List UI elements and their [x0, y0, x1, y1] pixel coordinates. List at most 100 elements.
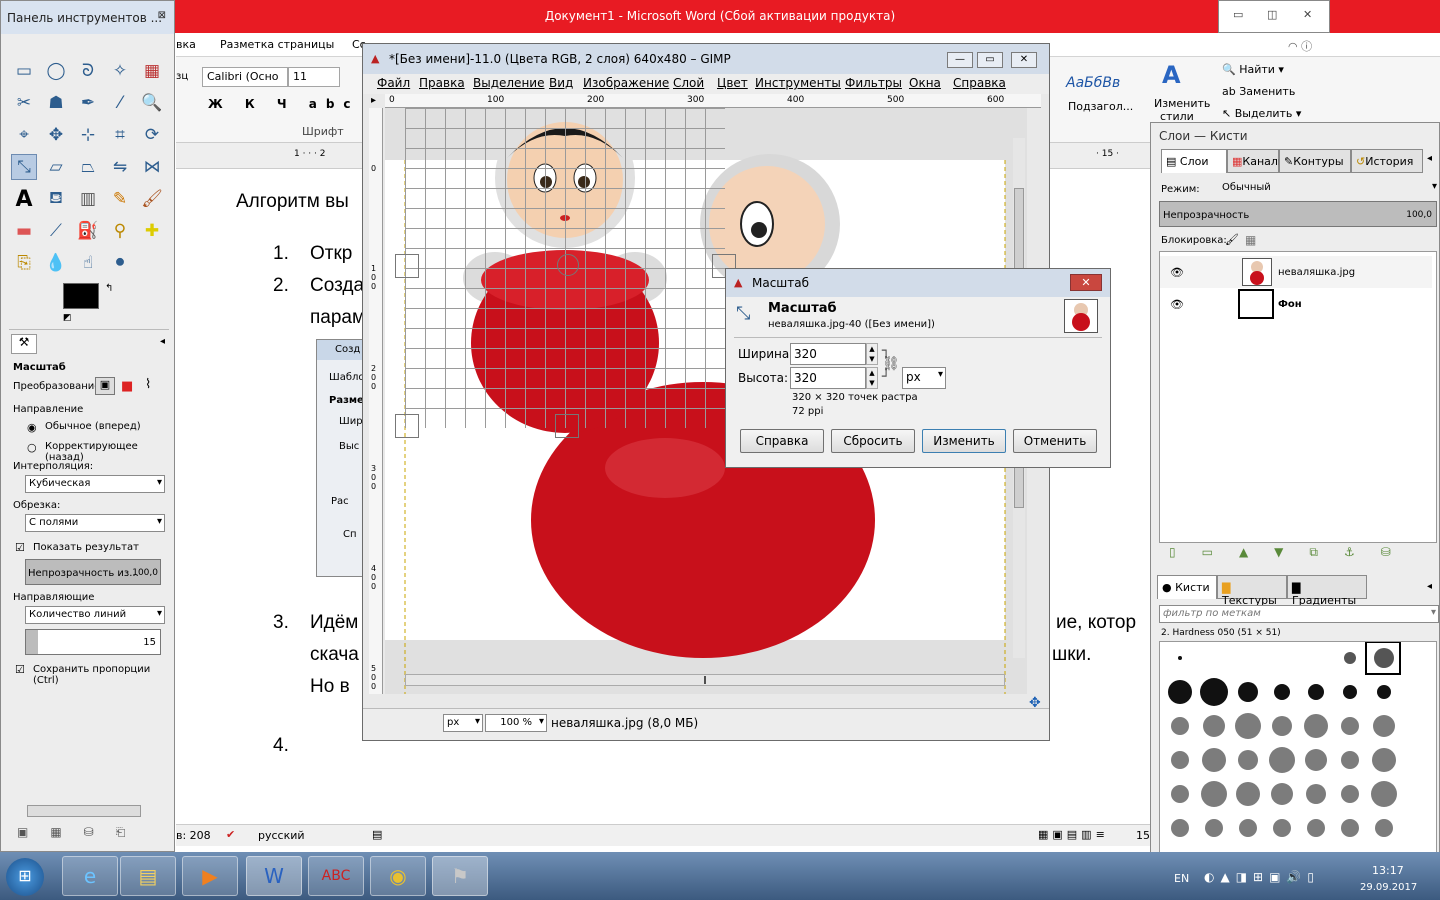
font-size-combo[interactable]: 11 [288, 67, 340, 87]
menu-select[interactable]: Выделение [473, 76, 544, 90]
ellipse-select-icon[interactable]: ◯ [43, 58, 69, 84]
tab-insert[interactable]: вка [176, 38, 196, 51]
rect-select-icon[interactable]: ▭ [11, 58, 37, 84]
word-taskbar-icon[interactable]: W [246, 856, 302, 896]
foreground-color[interactable] [63, 283, 99, 309]
menu-color[interactable]: Цвет [717, 76, 748, 90]
cancel-button[interactable]: Отменить [1013, 429, 1097, 453]
transform-path-icon[interactable]: ⌇ [145, 377, 151, 392]
brush-tag-filter[interactable]: фильтр по меткам [1159, 605, 1439, 623]
layer-item[interactable]: 👁 неваляшка.jpg [1160, 256, 1432, 288]
minimize-icon[interactable]: ▭ [1233, 8, 1243, 21]
start-button[interactable]: ⊞ [6, 858, 44, 896]
toolbox-bottom-buttons[interactable]: ▣▦⛁⎗ [17, 825, 167, 840]
width-input[interactable]: 320 [790, 343, 866, 365]
align-icon[interactable]: ⊹ [75, 122, 101, 148]
ruler-origin-icon[interactable]: ▸ [371, 95, 376, 106]
reset-button[interactable]: Сбросить [831, 429, 915, 453]
color-picker-icon[interactable]: ⁄ [107, 90, 133, 116]
word-count[interactable]: в: 208 [176, 829, 211, 842]
change-styles-label[interactable]: Изменить [1154, 97, 1210, 110]
scale-handle[interactable] [395, 254, 419, 278]
gimp-minimize-button[interactable]: — [947, 52, 973, 68]
language-status[interactable]: русский [258, 829, 305, 842]
blur-icon[interactable]: 💧 [43, 250, 69, 276]
chrome-icon[interactable]: ◉ [370, 856, 426, 896]
cage-icon[interactable]: ⋈ [139, 154, 165, 180]
scale-unit-combo[interactable]: px [902, 367, 946, 389]
interp-combo[interactable]: Кубическая [25, 475, 165, 493]
scale-apply-button[interactable]: Изменить [922, 429, 1006, 453]
macro-icon[interactable]: ▤ [372, 828, 382, 841]
tab-history[interactable]: ↺История [1351, 149, 1423, 173]
foreground-select-icon[interactable]: ☗ [43, 90, 69, 116]
opacity-slider[interactable]: Непрозрачность из... 100,0 [25, 559, 161, 585]
navigate-icon[interactable]: ✥ [1029, 695, 1041, 711]
default-colors-icon[interactable]: ◩ [63, 313, 72, 323]
replace-button[interactable]: ab Заменить [1222, 85, 1295, 98]
tab-page-layout[interactable]: Разметка страницы [220, 38, 334, 51]
move-icon[interactable]: ✥ [43, 122, 69, 148]
horizontal-scrollbar[interactable]: ‖ [405, 674, 1005, 686]
transform-layer-icon[interactable]: ▣ [95, 377, 115, 395]
tool-options-tab-icon[interactable]: ⚒ [11, 334, 37, 354]
help-button[interactable]: Справка [740, 429, 824, 453]
gimp-close-button[interactable]: ✕ [1011, 52, 1037, 68]
bucket-fill-icon[interactable]: ⛾ [43, 186, 69, 212]
swap-colors-icon[interactable]: ↰ [105, 283, 113, 294]
tab-gradients[interactable]: ▇ Градиенты [1287, 575, 1367, 607]
brush-grid[interactable] [1159, 641, 1437, 859]
zoom-level[interactable]: 15 [1136, 829, 1150, 842]
flip-icon[interactable]: ⇋ [107, 154, 133, 180]
show-preview-checkbox[interactable]: ☑ [15, 541, 25, 554]
dodge-icon[interactable]: ⚫ [107, 250, 133, 276]
style-sample[interactable]: АаБбВв [1066, 75, 1120, 91]
height-spinner[interactable]: ▲ ▼ [866, 367, 878, 389]
explorer-icon[interactable]: ▤ [120, 856, 176, 896]
media-player-icon[interactable]: ▶ [182, 856, 238, 896]
visibility-eye-icon[interactable]: 👁 [1170, 298, 1184, 311]
zoom-combo[interactable]: 100 % [485, 714, 547, 732]
fuzzy-select-icon[interactable]: ✧ [107, 58, 133, 84]
toolbox-scrollbar[interactable] [27, 805, 141, 817]
tab-paths[interactable]: ✎Контуры [1279, 149, 1351, 173]
tab-brushes[interactable]: ● Кисти [1157, 575, 1217, 599]
shear-icon[interactable]: ▱ [43, 154, 69, 180]
tray-icons[interactable]: ◐▲◨⊞▣🔊▯ [1204, 870, 1320, 884]
close-icon[interactable]: ✕ [1303, 8, 1312, 21]
input-language[interactable]: EN [1174, 872, 1189, 885]
scale-center-handle[interactable] [557, 254, 579, 276]
menu-filters[interactable]: Фильтры [845, 76, 902, 90]
eraser-icon[interactable]: ▬ [11, 218, 37, 244]
tab-channels[interactable]: ▦Каналы [1227, 149, 1287, 173]
select-button[interactable]: ↖ Выделить ▾ [1222, 107, 1301, 120]
heal-icon[interactable]: ✚ [139, 218, 165, 244]
crop-icon[interactable]: ⌗ [107, 122, 133, 148]
perspective-clone-icon[interactable]: ⎘ [11, 250, 37, 276]
layer-opacity-slider[interactable]: Непрозрачность 100,0 [1159, 201, 1437, 227]
find-button[interactable]: 🔍 Найти ▾ [1222, 63, 1284, 76]
blend-icon[interactable]: ▥ [75, 186, 101, 212]
menu-view[interactable]: Вид [549, 76, 573, 90]
gimp-maximize-button[interactable]: ▭ [977, 52, 1003, 68]
paintbrush-icon[interactable]: 🖌 [139, 186, 165, 212]
view-buttons[interactable]: ▦▣▤▥≡ [1038, 828, 1109, 841]
menu-image[interactable]: Изображение [583, 76, 669, 90]
menu-edit[interactable]: Правка [419, 76, 465, 90]
scale-handle[interactable] [395, 414, 419, 438]
zoom-icon[interactable]: 🔍 [139, 90, 165, 116]
abc-icon[interactable]: ABC [308, 856, 364, 896]
menu-help[interactable]: Справка [953, 76, 1006, 90]
guides-combo[interactable]: Количество линий [25, 606, 165, 624]
scissors-icon[interactable]: ✂ [11, 90, 37, 116]
style-label[interactable]: Подзагол... [1068, 100, 1133, 113]
paths-icon[interactable]: ✒ [75, 90, 101, 116]
color-select-icon[interactable]: ▦ [139, 58, 165, 84]
layer-action-buttons[interactable]: ▯▭▲▼⧉⚓⛁ [1169, 545, 1437, 560]
unit-combo[interactable]: px [443, 714, 483, 732]
menu-tools[interactable]: Инструменты [755, 76, 841, 90]
font-name-combo[interactable]: Calibri (Осно [202, 67, 288, 87]
restore-icon[interactable]: ◫ [1267, 8, 1277, 21]
layer-item[interactable]: 👁 Фон [1160, 288, 1432, 320]
dir-normal-radio[interactable]: ◉ [27, 421, 37, 434]
